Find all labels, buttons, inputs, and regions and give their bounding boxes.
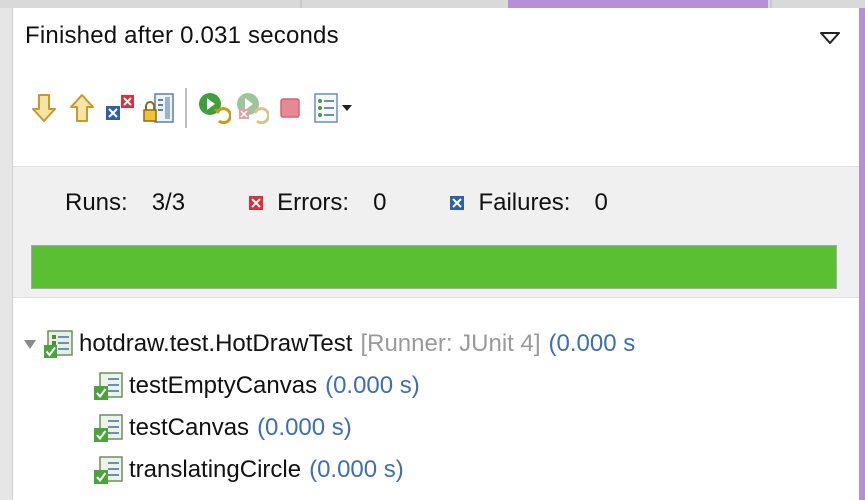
chevron-down-icon [342, 105, 352, 111]
test-method-name: testEmptyCanvas [129, 372, 318, 399]
status-message: Finished after 0.031 seconds [25, 22, 339, 49]
tree-node-test-method[interactable]: testEmptyCanvas (0.000 s) [13, 365, 859, 407]
rerun-test-button[interactable] [195, 88, 233, 128]
history-icon [314, 93, 338, 123]
failures-counter: Failures: 0 [450, 189, 608, 217]
test-passed-icon [94, 456, 123, 484]
test-passed-icon [94, 414, 123, 442]
error-icon [249, 196, 264, 210]
runner-label: [Runner: JUnit 4] [360, 330, 541, 357]
tree-node-test-method[interactable]: testCanvas (0.000 s) [13, 407, 859, 449]
test-method-name: translatingCircle [129, 456, 302, 483]
failures-label: Failures: [478, 189, 571, 216]
stop-icon [280, 98, 300, 118]
test-tree[interactable]: hotdraw.test.HotDrawTest [Runner: JUnit … [13, 323, 859, 491]
junit-view: Finished after 0.031 seconds Runs: 3/3 E… [0, 0, 865, 500]
scroll-lock-icon [143, 93, 174, 123]
runs-label: Runs: [65, 189, 128, 216]
counter-row: Runs: 3/3 Errors: 0 Failures: 0 [65, 189, 672, 217]
tab-divider [770, 0, 772, 8]
rerun-failed-icon [237, 93, 269, 125]
test-passed-icon [94, 372, 123, 400]
runs-counter: Runs: 3/3 [65, 189, 185, 217]
failures-value: 0 [594, 189, 608, 216]
show-failures-only-button[interactable] [101, 88, 139, 128]
failures-only-icon [106, 95, 134, 120]
arrow-up-icon [70, 94, 94, 122]
rerun-failed-first-button[interactable] [233, 88, 271, 128]
stop-button[interactable] [271, 88, 309, 128]
test-class-name: hotdraw.test.HotDrawTest [79, 330, 353, 357]
test-run-history-button[interactable] [311, 88, 357, 128]
tab-divider [300, 0, 302, 8]
errors-counter: Errors: 0 [249, 189, 386, 217]
progress-fill [32, 246, 836, 288]
test-counters: Runs: 3/3 Errors: 0 Failures: 0 [13, 166, 859, 298]
scroll-lock-button[interactable] [139, 88, 177, 128]
test-class-time: (0.000 s [548, 330, 636, 357]
test-method-time: (0.000 s) [257, 414, 352, 441]
view-menu-icon[interactable] [819, 30, 841, 46]
rerun-icon [199, 93, 231, 125]
tree-node-test-method[interactable]: translatingCircle (0.000 s) [13, 449, 859, 491]
test-suite-icon [44, 330, 73, 358]
expand-triangle-icon[interactable] [23, 337, 37, 351]
progress-bar [31, 245, 837, 289]
active-tab-indicator[interactable] [508, 0, 768, 8]
junit-panel: Finished after 0.031 seconds Runs: 3/3 E… [13, 8, 859, 500]
view-border [859, 8, 865, 500]
arrow-down-icon [32, 94, 56, 122]
errors-value: 0 [373, 189, 387, 216]
runs-value: 3/3 [151, 189, 186, 216]
test-method-name: testCanvas [129, 414, 250, 441]
failure-icon [450, 196, 465, 210]
tree-node-test-class[interactable]: hotdraw.test.HotDrawTest [Runner: JUnit … [13, 323, 859, 365]
test-method-time: (0.000 s) [325, 372, 420, 399]
test-method-time: (0.000 s) [309, 456, 404, 483]
junit-toolbar [25, 86, 357, 130]
previous-failure-button[interactable] [63, 88, 101, 128]
next-failure-button[interactable] [25, 88, 63, 128]
errors-label: Errors: [277, 189, 350, 216]
toolbar-separator [185, 88, 187, 128]
left-gutter [0, 8, 13, 500]
